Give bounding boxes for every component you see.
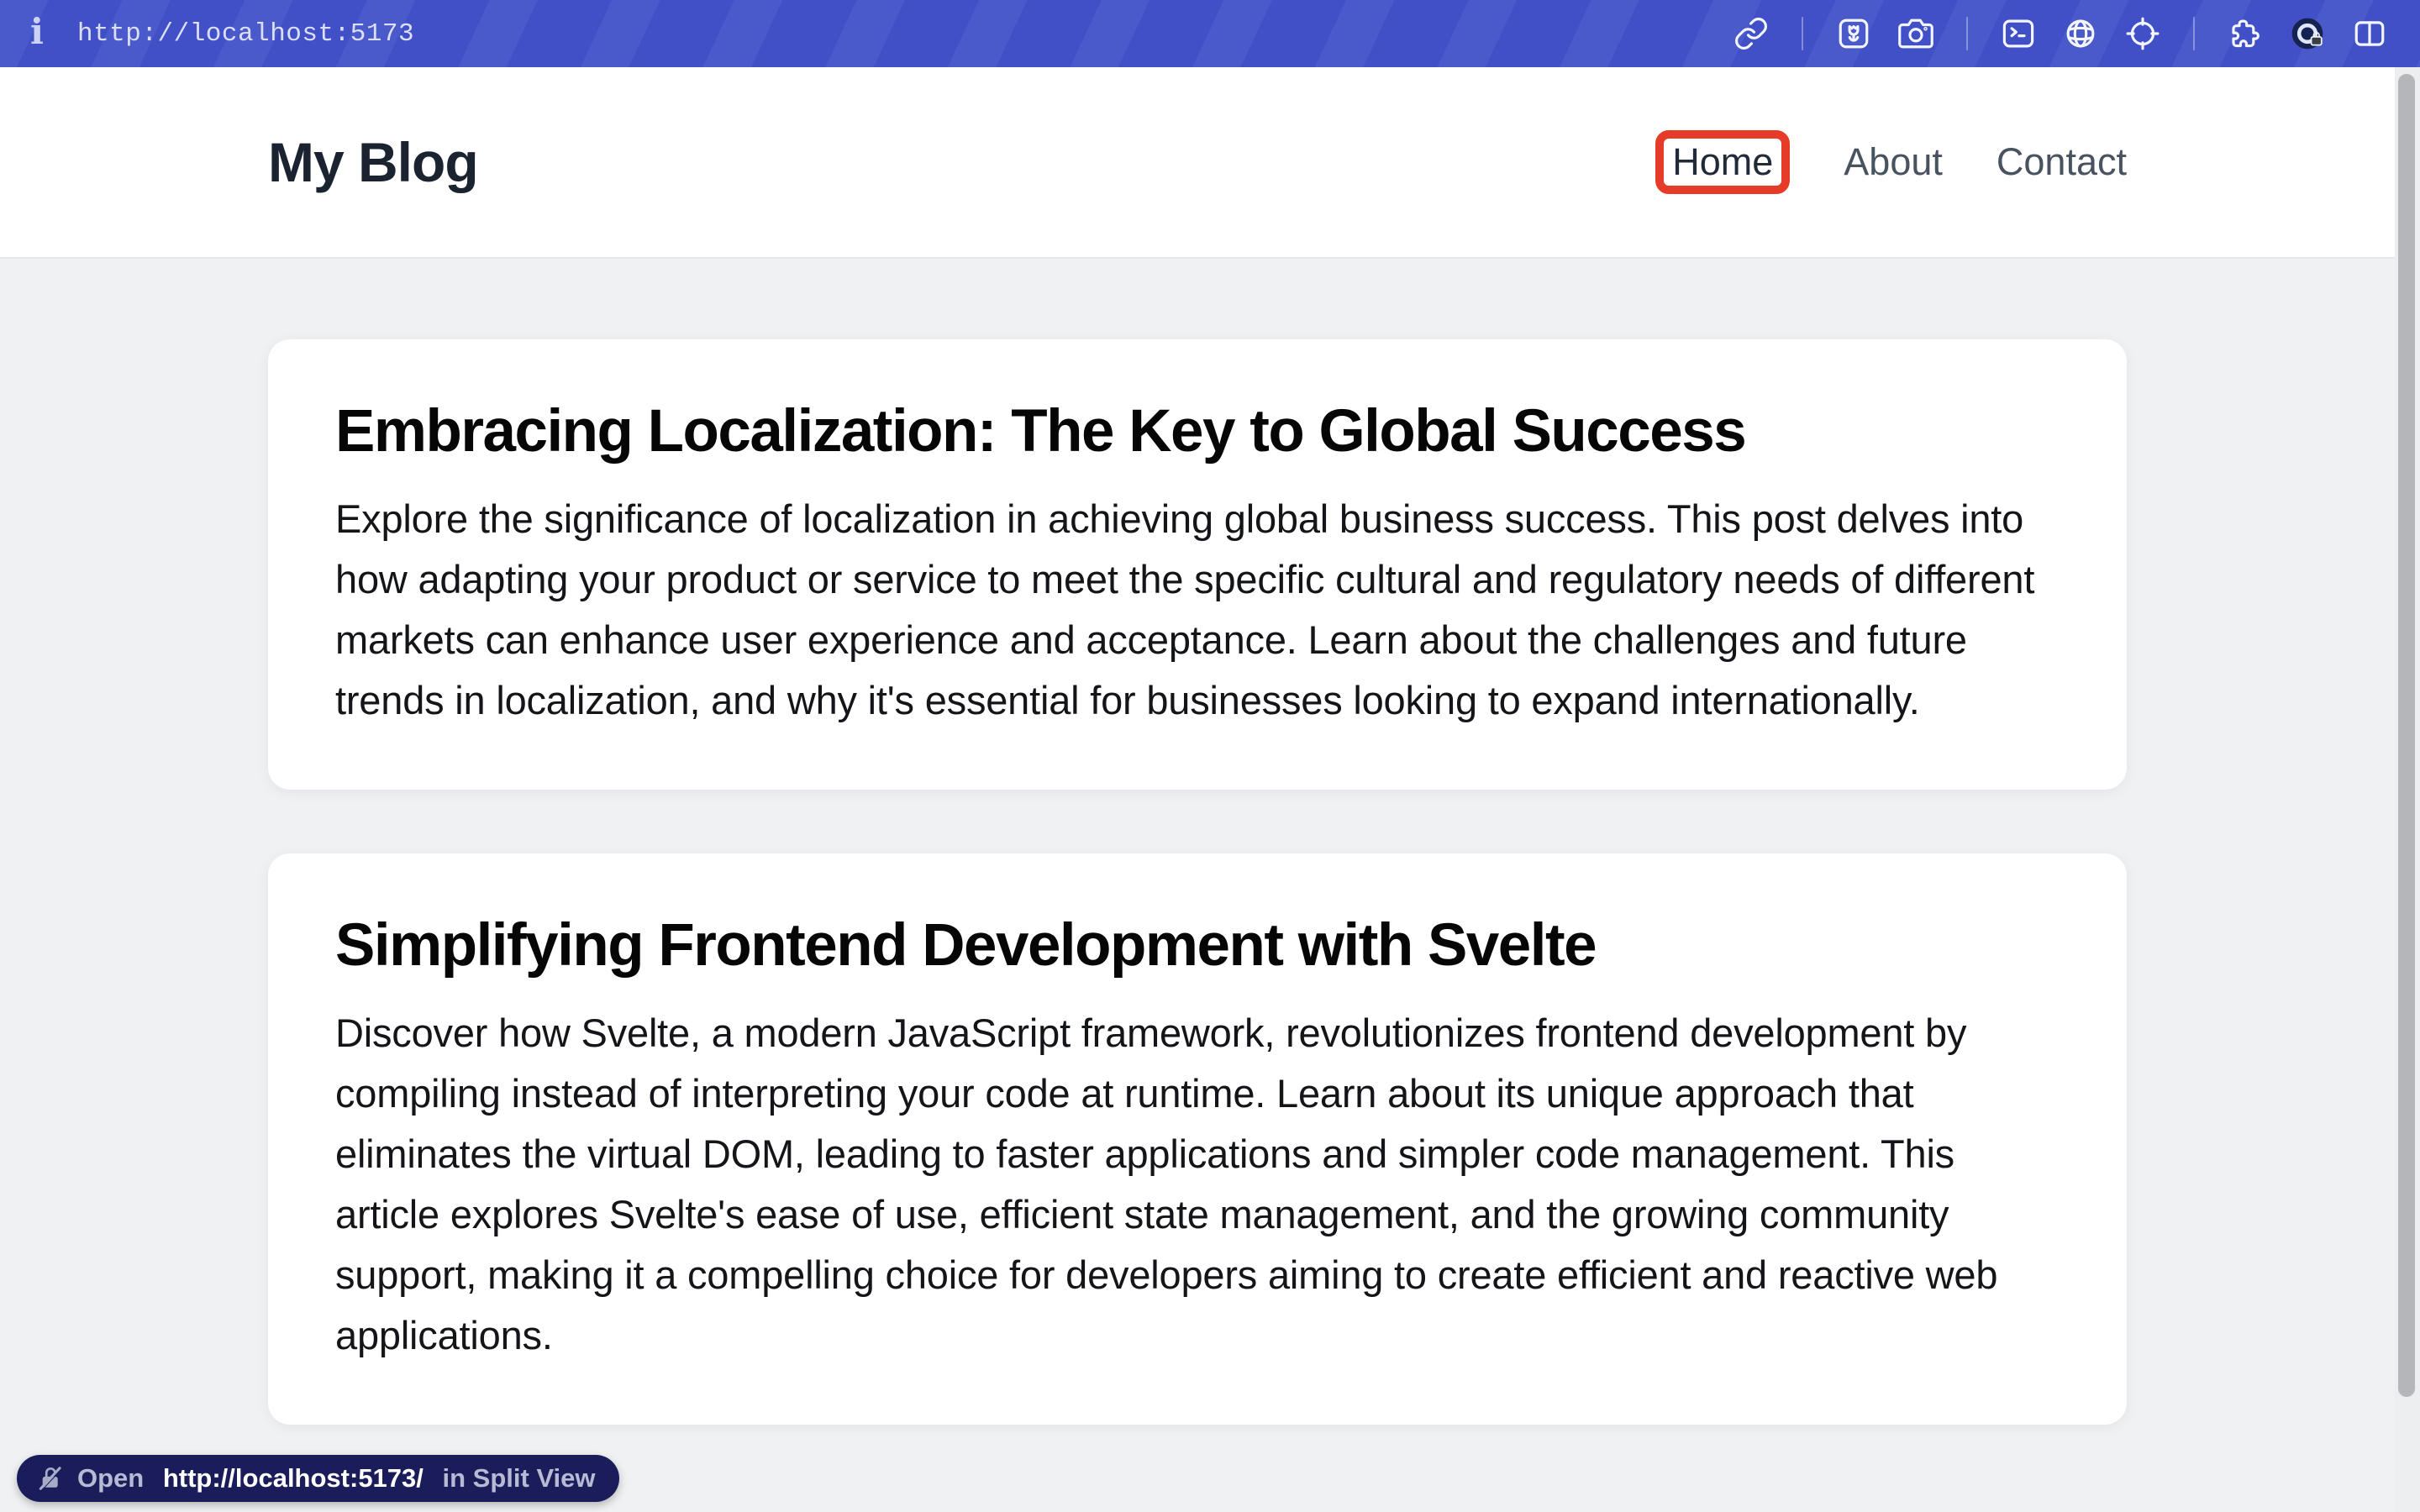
- screenshot-button[interactable]: [1896, 13, 1936, 54]
- link-icon: [1733, 16, 1769, 51]
- extension-puzzle-icon: [2228, 16, 2263, 51]
- nav-item-home[interactable]: Home: [1655, 130, 1790, 194]
- password-manager-button[interactable]: [2287, 13, 2328, 54]
- globe-button[interactable]: [2060, 13, 2101, 54]
- post-card-svelte[interactable]: Simplifying Frontend Development with Sv…: [268, 853, 2127, 1425]
- site-title: My Blog: [268, 130, 478, 194]
- onepassword-icon: [2290, 16, 2325, 51]
- post-title: Simplifying Frontend Development with Sv…: [335, 912, 2060, 979]
- post-card-localization[interactable]: Embracing Localization: The Key to Globa…: [268, 339, 2127, 790]
- tooltip-suffix: in Split View: [435, 1463, 596, 1494]
- nav-item-contact[interactable]: Contact: [1996, 140, 2127, 184]
- toolbar-actions: [1731, 13, 2390, 54]
- terminal-icon: [2001, 16, 2036, 51]
- browser-toolbar: i http://localhost:5173: [0, 0, 2420, 67]
- scrollbar-track[interactable]: [2395, 67, 2420, 1512]
- crosshair-icon: [2125, 16, 2160, 51]
- info-icon[interactable]: i: [30, 14, 44, 50]
- insecure-lock-icon: [35, 1463, 66, 1494]
- status-tooltip: Open http://localhost:5173/ in Split Vie…: [17, 1455, 619, 1502]
- site-header: My Blog Home About Contact: [0, 67, 2395, 259]
- camera-icon: [1898, 16, 1933, 51]
- web-page: My Blog Home About Contact Embracing Loc…: [0, 67, 2395, 1512]
- post-title: Embracing Localization: The Key to Globa…: [335, 398, 2060, 465]
- tooltip-url: http://localhost:5173/: [163, 1463, 424, 1494]
- image-flower-icon: [1836, 16, 1871, 51]
- toolbar-separator: [1966, 17, 1968, 50]
- capture-image-button[interactable]: [1833, 13, 1874, 54]
- nav-item-about[interactable]: About: [1844, 140, 1943, 184]
- locate-button[interactable]: [2123, 13, 2163, 54]
- toolbar-separator: [1802, 17, 1803, 50]
- extensions-button[interactable]: [2225, 13, 2265, 54]
- split-view-button[interactable]: [2349, 13, 2390, 54]
- toolbar-separator: [2193, 17, 2195, 50]
- url-text[interactable]: http://localhost:5173: [77, 19, 414, 49]
- globe-icon: [2063, 16, 2098, 51]
- tooltip-prefix: Open: [77, 1463, 151, 1494]
- toolbar-url-area: i http://localhost:5173: [30, 16, 414, 51]
- copy-link-button[interactable]: [1731, 13, 1771, 54]
- content-area: Embracing Localization: The Key to Globa…: [0, 259, 2395, 1512]
- main-nav: Home About Contact: [1655, 130, 2127, 194]
- terminal-button[interactable]: [1998, 13, 2039, 54]
- post-excerpt: Explore the significance of localization…: [335, 489, 2060, 731]
- split-view-icon: [2352, 16, 2387, 51]
- post-excerpt: Discover how Svelte, a modern JavaScript…: [335, 1003, 2060, 1366]
- scrollbar-thumb[interactable]: [2398, 74, 2415, 1397]
